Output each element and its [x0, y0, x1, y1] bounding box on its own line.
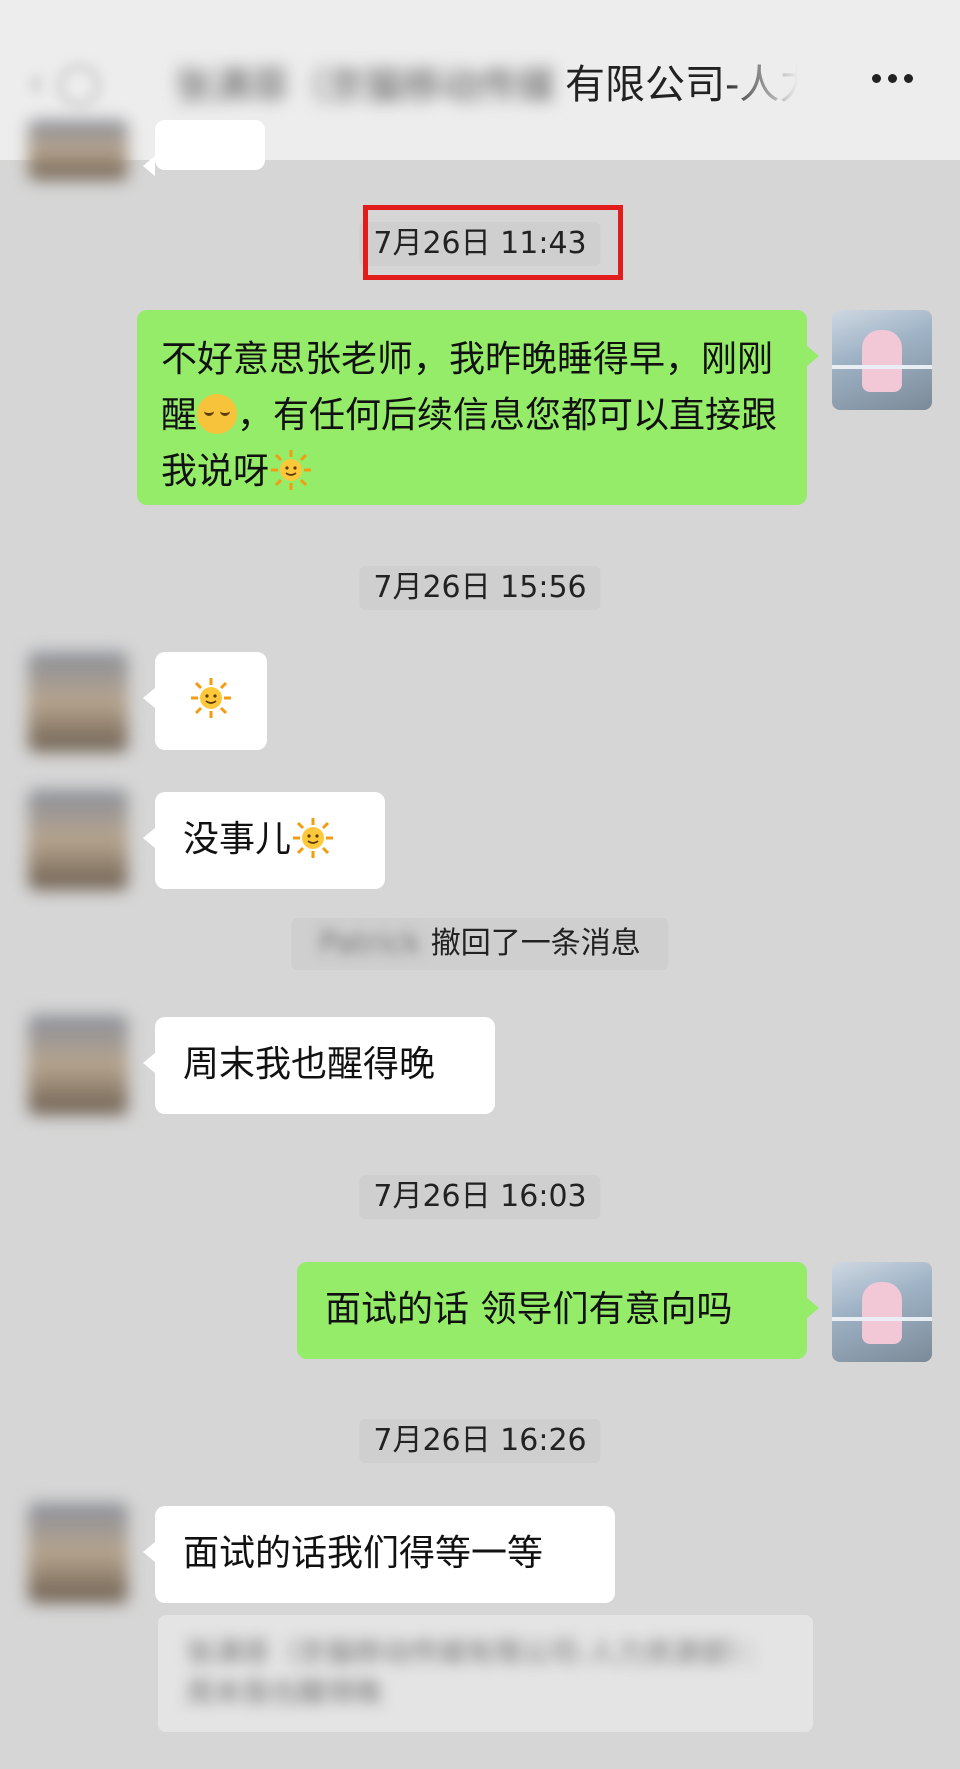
more-dots-icon[interactable]: [872, 74, 913, 83]
message-bubble-out[interactable]: 不好意思张老师，我昨晚睡得早，刚刚醒 ，有任何后续信息您都可以直接跟我说呀: [137, 310, 819, 505]
title-fade: [720, 40, 840, 120]
message-text: 没事儿: [183, 819, 292, 860]
message-bubble-in[interactable]: 面试的话我们得等一等: [143, 1506, 615, 1603]
back-chevron-icon: ‹ ◯: [28, 60, 102, 106]
message-text: 面试的话我们得等一等: [183, 1533, 544, 1574]
avatar-contact[interactable]: [28, 1503, 128, 1603]
highlight-box: [363, 205, 623, 280]
timestamp: 7月26日 15:56: [359, 566, 601, 610]
recall-sender-name: Patrick: [319, 926, 421, 961]
sun-icon: [191, 678, 231, 718]
sleepy-face-icon: [197, 394, 238, 434]
message-bubble-in[interactable]: 周末我也醒得晚: [143, 1017, 495, 1114]
message-bubble-out[interactable]: 面试的话 领导们有意向吗: [297, 1262, 819, 1359]
message-bubble-in[interactable]: [143, 652, 267, 750]
quoted-text: 张满菲（京猫移动传媒有限公司-人力资源部）：周末我也醒得晚: [186, 1636, 771, 1709]
message-text: 面试的话 领导们有意向吗: [325, 1289, 733, 1330]
avatar-contact[interactable]: [28, 1015, 128, 1115]
message-text: 周末我也醒得晚: [183, 1044, 436, 1085]
message-bubble-partial[interactable]: [143, 120, 265, 176]
avatar-contact[interactable]: [28, 790, 128, 890]
recall-notice: Patrick 撤回了一条消息: [291, 918, 669, 970]
avatar-self[interactable]: [832, 1262, 932, 1362]
sun-icon: [271, 450, 312, 490]
timestamp: 7月26日 16:26: [359, 1419, 601, 1463]
sun-icon: [293, 818, 334, 858]
avatar-contact[interactable]: [28, 120, 128, 180]
message-text: ，有任何后续信息您都可以直接跟我说呀: [161, 395, 778, 492]
chat-header: ‹ ◯ 张满菲（京猫移动传媒 有限公司-人力: [0, 0, 960, 160]
timestamp: 7月26日 16:03: [359, 1175, 601, 1219]
recall-text: 撤回了一条消息: [430, 926, 641, 961]
message-bubble-in[interactable]: 没事儿: [143, 792, 385, 889]
back-button[interactable]: ‹ ◯: [28, 60, 118, 106]
avatar-self[interactable]: [832, 310, 932, 410]
quoted-message[interactable]: 张满菲（京猫移动传媒有限公司-人力资源部）：周末我也醒得晚: [158, 1615, 813, 1732]
avatar-contact[interactable]: [28, 652, 128, 752]
chat-title-blurred: 张满菲（京猫移动传媒: [175, 64, 556, 105]
